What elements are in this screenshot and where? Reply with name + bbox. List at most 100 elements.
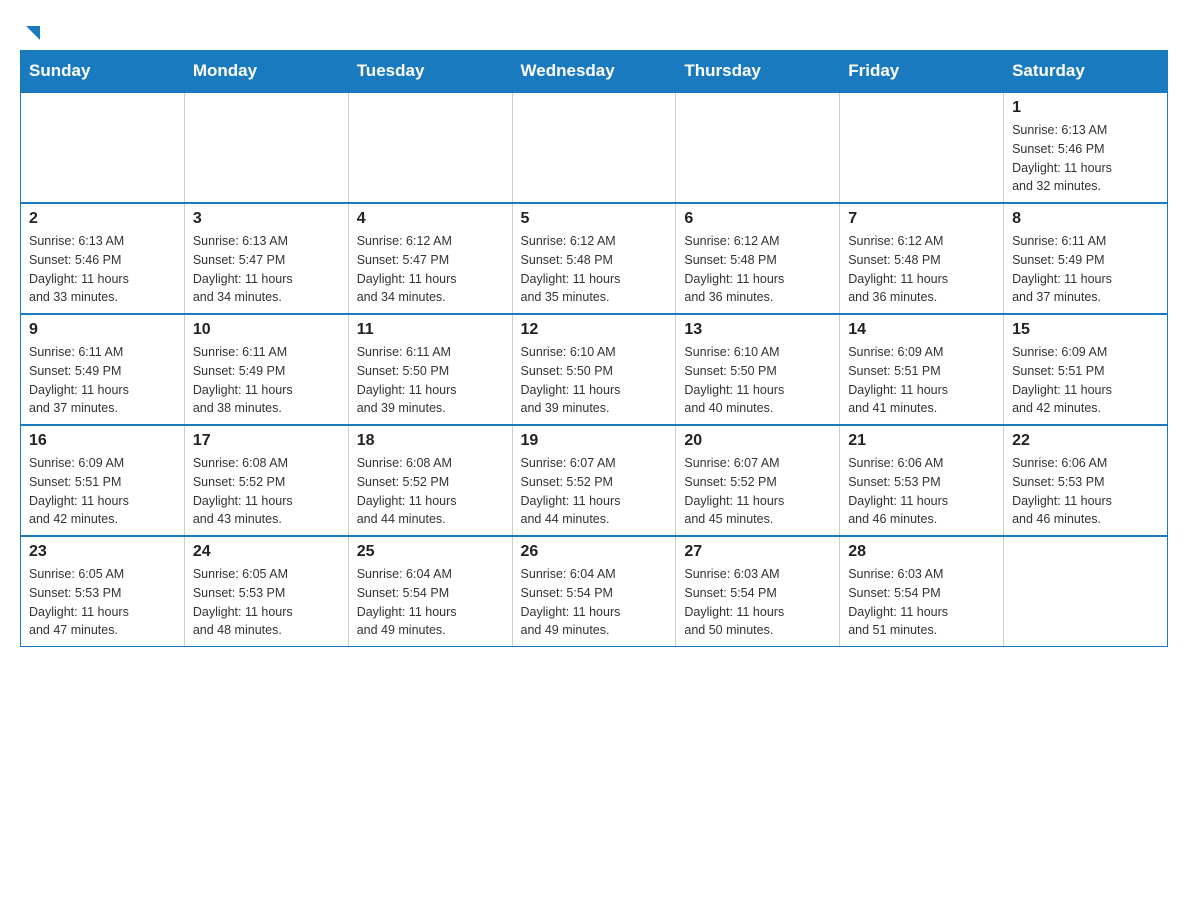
table-row: 10 Sunrise: 6:11 AM Sunset: 5:49 PM Dayli… bbox=[184, 314, 348, 425]
day-number: 13 bbox=[684, 321, 831, 339]
day-number: 16 bbox=[29, 432, 176, 450]
table-row: 6Sunrise: 6:12 AM Sunset: 5:48 PM Daylig… bbox=[676, 203, 840, 314]
table-row: 21 Sunrise: 6:06 AM Sunset: 5:53 PM Dayli… bbox=[840, 425, 1004, 536]
header-saturday: Saturday bbox=[1004, 51, 1168, 93]
day-info: Sunrise: 6:06 AM Sunset: 5:53 PM Dayligh… bbox=[1012, 454, 1159, 529]
table-row bbox=[676, 92, 840, 203]
table-row bbox=[184, 92, 348, 203]
table-row: 23 Sunrise: 6:05 AM Sunset: 5:53 PM Dayli… bbox=[21, 536, 185, 647]
table-row: 15Sunrise: 6:09 AM Sunset: 5:51 PM Dayli… bbox=[1004, 314, 1168, 425]
day-info: Sunrise: 6:05 AM Sunset: 5:53 PM Dayligh… bbox=[193, 565, 340, 640]
day-number: 3 bbox=[193, 210, 340, 228]
header-thursday: Thursday bbox=[676, 51, 840, 93]
day-number: 2 bbox=[29, 210, 176, 228]
header-sunday: Sunday bbox=[21, 51, 185, 93]
day-info: Sunrise: 6:12 AM Sunset: 5:48 PM Dayligh… bbox=[521, 232, 668, 307]
day-info: Sunrise: 6:11 AM Sunset: 5:50 PM Dayligh… bbox=[357, 343, 504, 418]
day-info: Sunrise: 6:12 AM Sunset: 5:48 PM Dayligh… bbox=[848, 232, 995, 307]
table-row: 3 Sunrise: 6:13 AM Sunset: 5:47 PM Daylig… bbox=[184, 203, 348, 314]
table-row: 13 Sunrise: 6:10 AM Sunset: 5:50 PM Dayli… bbox=[676, 314, 840, 425]
table-row: 1 Sunrise: 6:13 AM Sunset: 5:46 PM Daylig… bbox=[1004, 92, 1168, 203]
day-info: Sunrise: 6:10 AM Sunset: 5:50 PM Dayligh… bbox=[684, 343, 831, 418]
table-row: 8 Sunrise: 6:11 AM Sunset: 5:49 PM Daylig… bbox=[1004, 203, 1168, 314]
day-info: Sunrise: 6:12 AM Sunset: 5:47 PM Dayligh… bbox=[357, 232, 504, 307]
day-number: 9 bbox=[29, 321, 176, 339]
page-header bbox=[20, 20, 1168, 40]
table-row: 4 Sunrise: 6:12 AM Sunset: 5:47 PM Daylig… bbox=[348, 203, 512, 314]
table-row: 16 Sunrise: 6:09 AM Sunset: 5:51 PM Dayli… bbox=[21, 425, 185, 536]
table-row: 20Sunrise: 6:07 AM Sunset: 5:52 PM Dayli… bbox=[676, 425, 840, 536]
day-number: 14 bbox=[848, 321, 995, 339]
day-number: 23 bbox=[29, 543, 176, 561]
table-row: 24 Sunrise: 6:05 AM Sunset: 5:53 PM Dayli… bbox=[184, 536, 348, 647]
calendar-week-4: 16 Sunrise: 6:09 AM Sunset: 5:51 PM Dayli… bbox=[21, 425, 1168, 536]
day-number: 15 bbox=[1012, 321, 1159, 339]
table-row bbox=[512, 92, 676, 203]
table-row bbox=[1004, 536, 1168, 647]
day-info: Sunrise: 6:04 AM Sunset: 5:54 PM Dayligh… bbox=[521, 565, 668, 640]
day-number: 10 bbox=[193, 321, 340, 339]
logo-arrow-icon bbox=[22, 22, 44, 44]
header-monday: Monday bbox=[184, 51, 348, 93]
day-info: Sunrise: 6:06 AM Sunset: 5:53 PM Dayligh… bbox=[848, 454, 995, 529]
day-number: 26 bbox=[521, 543, 668, 561]
day-number: 18 bbox=[357, 432, 504, 450]
day-info: Sunrise: 6:04 AM Sunset: 5:54 PM Dayligh… bbox=[357, 565, 504, 640]
day-info: Sunrise: 6:11 AM Sunset: 5:49 PM Dayligh… bbox=[1012, 232, 1159, 307]
logo bbox=[20, 20, 44, 40]
day-number: 17 bbox=[193, 432, 340, 450]
day-number: 5 bbox=[521, 210, 668, 228]
header-friday: Friday bbox=[840, 51, 1004, 93]
day-info: Sunrise: 6:03 AM Sunset: 5:54 PM Dayligh… bbox=[684, 565, 831, 640]
day-info: Sunrise: 6:13 AM Sunset: 5:47 PM Dayligh… bbox=[193, 232, 340, 307]
table-row bbox=[348, 92, 512, 203]
day-number: 8 bbox=[1012, 210, 1159, 228]
day-info: Sunrise: 6:03 AM Sunset: 5:54 PM Dayligh… bbox=[848, 565, 995, 640]
day-info: Sunrise: 6:05 AM Sunset: 5:53 PM Dayligh… bbox=[29, 565, 176, 640]
table-row: 5 Sunrise: 6:12 AM Sunset: 5:48 PM Daylig… bbox=[512, 203, 676, 314]
day-info: Sunrise: 6:10 AM Sunset: 5:50 PM Dayligh… bbox=[521, 343, 668, 418]
day-number: 1 bbox=[1012, 99, 1159, 117]
table-row: 9 Sunrise: 6:11 AM Sunset: 5:49 PM Daylig… bbox=[21, 314, 185, 425]
calendar-header-row: SundayMondayTuesdayWednesdayThursdayFrid… bbox=[21, 51, 1168, 93]
calendar-week-1: 1 Sunrise: 6:13 AM Sunset: 5:46 PM Daylig… bbox=[21, 92, 1168, 203]
table-row: 22 Sunrise: 6:06 AM Sunset: 5:53 PM Dayli… bbox=[1004, 425, 1168, 536]
header-tuesday: Tuesday bbox=[348, 51, 512, 93]
table-row: 14 Sunrise: 6:09 AM Sunset: 5:51 PM Dayli… bbox=[840, 314, 1004, 425]
day-info: Sunrise: 6:08 AM Sunset: 5:52 PM Dayligh… bbox=[193, 454, 340, 529]
day-info: Sunrise: 6:12 AM Sunset: 5:48 PM Dayligh… bbox=[684, 232, 831, 307]
day-number: 12 bbox=[521, 321, 668, 339]
calendar-week-2: 2 Sunrise: 6:13 AM Sunset: 5:46 PM Daylig… bbox=[21, 203, 1168, 314]
day-number: 25 bbox=[357, 543, 504, 561]
table-row: 25 Sunrise: 6:04 AM Sunset: 5:54 PM Dayli… bbox=[348, 536, 512, 647]
calendar-week-5: 23 Sunrise: 6:05 AM Sunset: 5:53 PM Dayli… bbox=[21, 536, 1168, 647]
day-info: Sunrise: 6:13 AM Sunset: 5:46 PM Dayligh… bbox=[1012, 121, 1159, 196]
table-row: 17 Sunrise: 6:08 AM Sunset: 5:52 PM Dayli… bbox=[184, 425, 348, 536]
table-row: 12 Sunrise: 6:10 AM Sunset: 5:50 PM Dayli… bbox=[512, 314, 676, 425]
table-row: 27 Sunrise: 6:03 AM Sunset: 5:54 PM Dayli… bbox=[676, 536, 840, 647]
day-info: Sunrise: 6:11 AM Sunset: 5:49 PM Dayligh… bbox=[29, 343, 176, 418]
calendar-table: SundayMondayTuesdayWednesdayThursdayFrid… bbox=[20, 50, 1168, 647]
table-row bbox=[21, 92, 185, 203]
table-row: 19 Sunrise: 6:07 AM Sunset: 5:52 PM Dayli… bbox=[512, 425, 676, 536]
day-number: 7 bbox=[848, 210, 995, 228]
day-number: 21 bbox=[848, 432, 995, 450]
day-number: 4 bbox=[357, 210, 504, 228]
day-info: Sunrise: 6:08 AM Sunset: 5:52 PM Dayligh… bbox=[357, 454, 504, 529]
day-info: Sunrise: 6:13 AM Sunset: 5:46 PM Dayligh… bbox=[29, 232, 176, 307]
calendar-week-3: 9 Sunrise: 6:11 AM Sunset: 5:49 PM Daylig… bbox=[21, 314, 1168, 425]
table-row: 28Sunrise: 6:03 AM Sunset: 5:54 PM Dayli… bbox=[840, 536, 1004, 647]
day-info: Sunrise: 6:07 AM Sunset: 5:52 PM Dayligh… bbox=[521, 454, 668, 529]
day-number: 24 bbox=[193, 543, 340, 561]
day-number: 11 bbox=[357, 321, 504, 339]
table-row: 7 Sunrise: 6:12 AM Sunset: 5:48 PM Daylig… bbox=[840, 203, 1004, 314]
day-number: 27 bbox=[684, 543, 831, 561]
day-number: 19 bbox=[521, 432, 668, 450]
table-row: 26 Sunrise: 6:04 AM Sunset: 5:54 PM Dayli… bbox=[512, 536, 676, 647]
day-number: 22 bbox=[1012, 432, 1159, 450]
header-wednesday: Wednesday bbox=[512, 51, 676, 93]
day-info: Sunrise: 6:09 AM Sunset: 5:51 PM Dayligh… bbox=[848, 343, 995, 418]
day-number: 20 bbox=[684, 432, 831, 450]
day-info: Sunrise: 6:11 AM Sunset: 5:49 PM Dayligh… bbox=[193, 343, 340, 418]
day-info: Sunrise: 6:09 AM Sunset: 5:51 PM Dayligh… bbox=[29, 454, 176, 529]
